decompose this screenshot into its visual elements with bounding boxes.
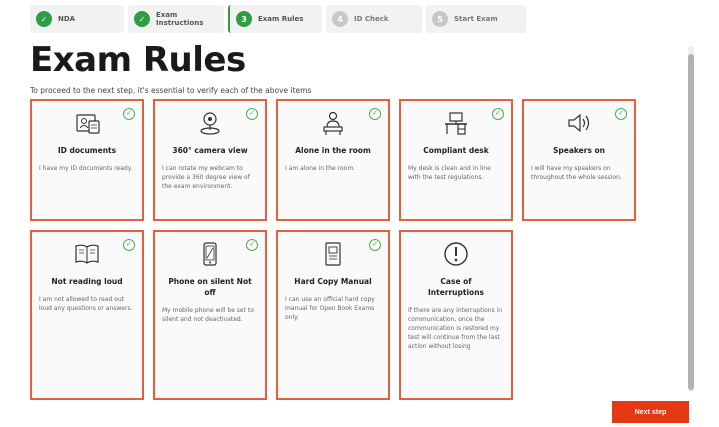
card-description: My desk is clean and in line with the te… — [408, 165, 491, 181]
check-icon: ✓ — [369, 108, 381, 120]
step-label: ID Check — [354, 15, 389, 23]
step-exam-rules[interactable]: 3 Exam Rules — [228, 5, 322, 33]
progress-stepper: ✓ NDA ✓ Exam Instructions 3 Exam Rules 4… — [30, 5, 526, 33]
rule-card-compliant-desk[interactable]: ✓ Compliant desk My desk is clean and in… — [399, 99, 513, 221]
vertical-scrollbar[interactable] — [688, 46, 694, 392]
person-at-desk-icon — [323, 111, 343, 135]
card-description: I have my ID documents ready. — [39, 165, 133, 172]
card-description: I will have my speakers on throughout th… — [531, 165, 622, 181]
step-number-icon: 4 — [332, 11, 348, 27]
card-description: My mobile phone will be set to silent an… — [162, 307, 254, 323]
step-number-icon: 5 — [432, 11, 448, 27]
page-title: Exam Rules — [30, 40, 246, 80]
card-title: Case of Interruptions — [427, 277, 485, 297]
step-label: Start Exam — [454, 15, 498, 23]
check-icon: ✓ — [246, 239, 258, 251]
step-nda[interactable]: ✓ NDA — [30, 5, 124, 33]
card-title: Hard Copy Manual — [294, 277, 372, 286]
page-subtitle: To proceed to the next step, it's essent… — [30, 86, 312, 95]
manual-icon — [325, 242, 341, 266]
check-icon: ✓ — [123, 108, 135, 120]
step-start-exam[interactable]: 5 Start Exam — [426, 5, 526, 33]
step-label: Exam Rules — [258, 15, 304, 23]
exam-rules-page: ✓ NDA ✓ Exam Instructions 3 Exam Rules 4… — [0, 0, 719, 427]
scrollbar-thumb[interactable] — [688, 54, 694, 390]
card-description: I can use an official hard copy manual f… — [285, 296, 375, 321]
check-icon: ✓ — [492, 108, 504, 120]
rule-card-phone-silent[interactable]: ✓ Phone on silent Not off My mobile phon… — [153, 230, 267, 400]
step-label: Exam Instructions — [156, 11, 204, 27]
rules-grid: ✓ ID documents I have my ID documents re… — [30, 99, 640, 400]
card-title: Not reading loud — [51, 277, 123, 286]
card-title: Phone on silent Not off — [168, 277, 252, 297]
check-icon: ✓ — [615, 108, 627, 120]
step-id-check[interactable]: 4 ID Check — [326, 5, 422, 33]
card-description: I am alone in the room. — [285, 165, 356, 172]
exclamation-icon — [444, 242, 468, 266]
rule-card-id-documents[interactable]: ✓ ID documents I have my ID documents re… — [30, 99, 144, 221]
card-title: 360° camera view — [172, 146, 248, 155]
desk-icon — [445, 112, 467, 135]
next-step-button[interactable]: Next step — [612, 401, 689, 423]
step-label: NDA — [58, 15, 76, 23]
check-circle-icon: ✓ — [36, 11, 52, 27]
mobile-phone-icon — [203, 242, 217, 266]
step-number-icon: 3 — [236, 11, 252, 27]
speaker-icon — [568, 113, 590, 133]
rule-card-not-reading-loud[interactable]: ✓ Not reading loud I am not allowed to r… — [30, 230, 144, 400]
rule-card-360-camera[interactable]: ✓ 360° camera view I can rotate my webca… — [153, 99, 267, 221]
rule-card-case-of-interruptions[interactable]: Case of Interruptions If there are any i… — [399, 230, 513, 400]
step-exam-instructions[interactable]: ✓ Exam Instructions — [128, 5, 224, 33]
card-title: Alone in the room — [295, 146, 371, 155]
rule-card-alone-in-room[interactable]: ✓ Alone in the room I am alone in the ro… — [276, 99, 390, 221]
card-title: Compliant desk — [423, 146, 489, 155]
rule-card-speakers-on[interactable]: ✓ Speakers on I will have my speakers on… — [522, 99, 636, 221]
id-card-icon — [76, 114, 100, 134]
rule-card-hard-copy-manual[interactable]: ✓ Hard Copy Manual I can use an official… — [276, 230, 390, 400]
webcam-icon — [200, 112, 220, 135]
card-title: ID documents — [57, 146, 117, 155]
check-circle-icon: ✓ — [134, 11, 150, 27]
card-description: I can rotate my webcam to provide a 360 … — [162, 165, 250, 190]
check-icon: ✓ — [123, 239, 135, 251]
open-book-icon — [75, 244, 99, 264]
card-title: Speakers on — [552, 146, 606, 155]
check-icon: ✓ — [369, 239, 381, 251]
check-icon: ✓ — [246, 108, 258, 120]
card-description: If there are any interruptions in commun… — [408, 307, 503, 350]
card-description: I am not allowed to read out loud any qu… — [39, 296, 133, 312]
